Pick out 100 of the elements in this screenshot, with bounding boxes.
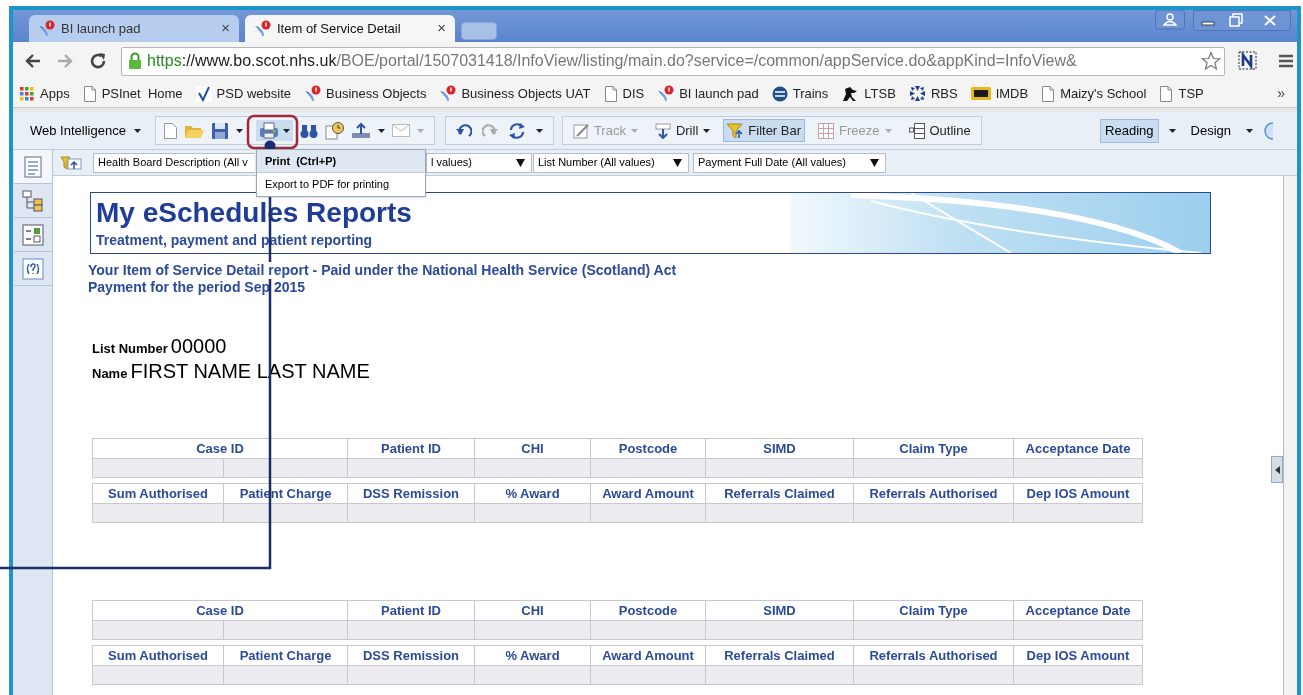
- bookmark-item[interactable]: RBS: [908, 83, 958, 104]
- browser-tab[interactable]: BI launch pad ×: [29, 15, 239, 42]
- new-document-icon[interactable]: [163, 122, 177, 139]
- badge-icon: [970, 87, 991, 100]
- column-header: Acceptance Date: [1013, 438, 1143, 459]
- daisy-icon: [908, 85, 926, 102]
- toolbar-button[interactable]: Drill: [650, 119, 715, 142]
- caret-icon[interactable]: [1168, 128, 1176, 133]
- lock-icon: [128, 52, 142, 70]
- column-header: DSS Remission: [347, 645, 475, 666]
- more-bookmarks-button[interactable]: »: [1277, 83, 1285, 104]
- binoculars-icon[interactable]: [299, 122, 318, 139]
- browser-tab[interactable]: Item of Service Detail ×: [245, 15, 455, 42]
- toolbar-button[interactable]: Outline: [904, 119, 975, 142]
- bookmark-item[interactable]: PSD website: [195, 83, 291, 104]
- bookmark-item[interactable]: BI launch pad: [657, 83, 759, 104]
- caret-icon[interactable]: [535, 128, 543, 133]
- caret-icon[interactable]: [235, 128, 243, 133]
- caret-icon[interactable]: [133, 128, 141, 133]
- column-header: Referrals Claimed: [705, 483, 854, 504]
- column-header: Postcode: [590, 438, 706, 459]
- column-header: Sum Authorised: [92, 645, 224, 666]
- grid-icon: [818, 122, 835, 139]
- bookmark-item[interactable]: LTSB: [841, 83, 896, 104]
- bo-logo-icon: [657, 85, 675, 102]
- filter-dropdown[interactable]: Health Board Description (All v: [93, 152, 255, 173]
- report-text: Your Item of Service Detail report - Paid under the National Health Service (Scotland) Act: [88, 262, 677, 279]
- filter-bar-icon: [60, 153, 82, 172]
- bo-logo-icon: [439, 85, 457, 102]
- checkmark-icon: [195, 85, 212, 102]
- column-header: Claim Type: [853, 600, 1014, 621]
- bookmark-item[interactable]: Business Objects: [304, 83, 427, 104]
- menu-item[interactable]: Export to PDF for printing: [257, 173, 425, 196]
- column-header: Referrals Claimed: [705, 645, 854, 666]
- column-header: Award Amount: [590, 645, 706, 666]
- outline-icon: [908, 122, 925, 139]
- bookmark-item[interactable]: PSInet Home: [82, 83, 183, 104]
- mode-button[interactable]: Design: [1185, 118, 1236, 143]
- refresh-icon[interactable]: [507, 121, 526, 140]
- print-button[interactable]: [255, 120, 293, 141]
- column-header: % Award: [474, 483, 591, 504]
- column-header: CHI: [474, 438, 591, 459]
- drill-down-icon: [654, 122, 671, 139]
- address-field[interactable]: https://www.bo.scot.nhs.uk/BOE/portal/1507031418/InfoView/listing/main.do?service=/common/appService.do&appKind=InfoView&: [121, 46, 1225, 76]
- filter-dropdown[interactable]: l values): [426, 152, 532, 173]
- field-value: 00000: [170, 334, 227, 359]
- user-icon[interactable]: [1155, 10, 1185, 30]
- highlight-frame: [246, 114, 299, 150]
- save-icon[interactable]: [210, 121, 229, 140]
- column-header: Dep IOS Amount: [1013, 645, 1143, 666]
- menu-icon[interactable]: [1278, 53, 1294, 69]
- caret-icon: [1274, 465, 1280, 474]
- caret-icon[interactable]: [282, 128, 290, 133]
- filter-dropdown[interactable]: List Number (All values): [533, 152, 689, 173]
- toolbar-button[interactable]: Filter Bar: [723, 119, 806, 142]
- column-header: Claim Type: [853, 438, 1014, 459]
- star-icon[interactable]: [1201, 51, 1221, 71]
- column-header: Patient ID: [347, 600, 475, 621]
- column-header: SIMD: [705, 438, 854, 459]
- menu-item[interactable]: Print (Ctrl+P): [257, 150, 425, 173]
- bookmark-item[interactable]: Trains: [771, 83, 829, 104]
- caret-icon[interactable]: [1246, 128, 1253, 133]
- app-menu[interactable]: Web Intelligence: [30, 120, 141, 141]
- tab-title: BI launch pad: [61, 19, 142, 38]
- publish-icon[interactable]: [350, 122, 371, 139]
- caret-icon[interactable]: [703, 128, 711, 133]
- apps-grid-icon: [19, 85, 35, 102]
- column-header: SIMD: [705, 600, 854, 621]
- close-icon[interactable]: ×: [437, 17, 446, 40]
- caret-icon[interactable]: [377, 128, 385, 133]
- history-icon[interactable]: [324, 121, 344, 140]
- extension-icon[interactable]: [1238, 51, 1258, 71]
- column-header: Award Amount: [590, 483, 706, 504]
- bookmark-item[interactable]: DIS: [603, 83, 645, 104]
- document-icon: [21, 155, 44, 178]
- tree-icon: [21, 189, 44, 212]
- rail-icon: [771, 85, 788, 102]
- undo-icon[interactable]: [455, 123, 472, 138]
- checklist-icon: [21, 223, 44, 246]
- collapse-tab[interactable]: [1271, 456, 1283, 483]
- mode-button[interactable]: Reading: [1100, 118, 1159, 143]
- back-icon[interactable]: [25, 53, 41, 69]
- field-label: Name: [92, 365, 128, 383]
- page-icon: [1041, 85, 1056, 102]
- column-header: % Award: [474, 645, 591, 666]
- bookmark-item[interactable]: Maizy's School: [1041, 83, 1147, 104]
- column-header: Referrals Authorised: [853, 645, 1014, 666]
- bookmark-item[interactable]: Business Objects UAT: [439, 83, 591, 104]
- bookmark-item[interactable]: Apps: [19, 83, 70, 104]
- reload-icon[interactable]: [89, 52, 107, 70]
- column-header: Case ID: [92, 600, 348, 621]
- field-label: List Number: [92, 340, 168, 358]
- column-header: CHI: [474, 600, 591, 621]
- column-header: Acceptance Date: [1013, 600, 1143, 621]
- column-header: Referrals Authorised: [853, 483, 1014, 504]
- filter-dropdown[interactable]: Payment Full Date (All values): [693, 152, 886, 173]
- close-icon[interactable]: ×: [221, 17, 230, 40]
- bookmark-item[interactable]: TSP: [1159, 83, 1204, 104]
- bookmark-item[interactable]: IMDB: [970, 83, 1029, 104]
- column-header: DSS Remission: [347, 483, 475, 504]
